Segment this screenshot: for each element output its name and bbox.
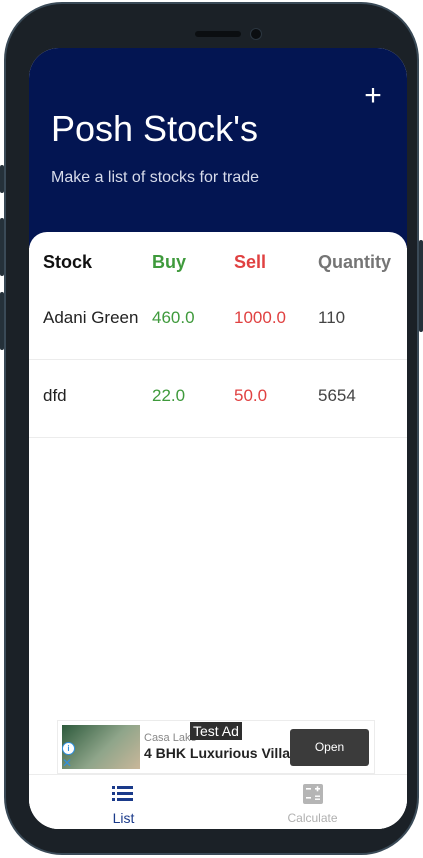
nav-label-list: List — [112, 810, 135, 826]
buy-price: 22.0 — [152, 386, 186, 405]
front-camera — [250, 28, 262, 40]
quantity: 110 — [318, 308, 346, 327]
bottom-navigation: List Calculate — [29, 774, 407, 829]
app-screen: + Posh Stock's Make a list of stocks for… — [29, 48, 407, 829]
buy-price: 460.0 — [152, 308, 195, 327]
power-button — [419, 240, 423, 332]
app-header: + Posh Stock's Make a list of stocks for… — [29, 48, 407, 248]
ad-open-button[interactable]: Open — [290, 729, 369, 766]
calculator-icon — [303, 784, 323, 804]
volume-down-button — [0, 292, 4, 350]
stock-name: Adani Green — [43, 308, 139, 327]
ad-title: 4 BHK Luxurious Villas — [144, 745, 298, 761]
column-header-stock: Stock — [43, 252, 93, 272]
column-header-buy: Buy — [152, 252, 187, 272]
volume-up-button — [0, 218, 4, 276]
ad-brand: Casa Lake — [144, 732, 197, 744]
stock-name: dfd — [43, 386, 67, 405]
page-subtitle: Make a list of stocks for trade — [51, 169, 260, 186]
speaker-grille — [195, 31, 241, 37]
nav-item-calculate[interactable]: Calculate — [218, 775, 407, 829]
add-stock-button[interactable]: + — [359, 79, 387, 112]
nav-item-list[interactable]: List — [29, 775, 218, 829]
column-header-quantity: Quantity — [318, 252, 392, 272]
ad-banner[interactable]: i ✕ Casa Lake Test Ad 4 BHK Luxurious Vi… — [57, 720, 375, 774]
table-row[interactable]: dfd 22.0 50.0 5654 — [29, 360, 407, 438]
test-ad-badge: Test Ad — [190, 722, 242, 740]
plus-icon: + — [364, 79, 382, 112]
quantity: 5654 — [318, 386, 356, 405]
mute-switch — [0, 165, 4, 193]
sell-price: 1000.0 — [234, 308, 286, 327]
table-row[interactable]: Adani Green 460.0 1000.0 110 — [29, 282, 407, 360]
page-title: Posh Stock's — [51, 108, 258, 149]
close-icon[interactable]: ✕ — [62, 757, 72, 769]
list-icon — [112, 786, 133, 801]
sell-price: 50.0 — [234, 386, 268, 405]
phone-frame: + Posh Stock's Make a list of stocks for… — [4, 2, 419, 855]
nav-label-calculate: Calculate — [287, 811, 338, 825]
info-icon[interactable]: i — [62, 742, 75, 755]
column-header-sell: Sell — [234, 252, 267, 272]
